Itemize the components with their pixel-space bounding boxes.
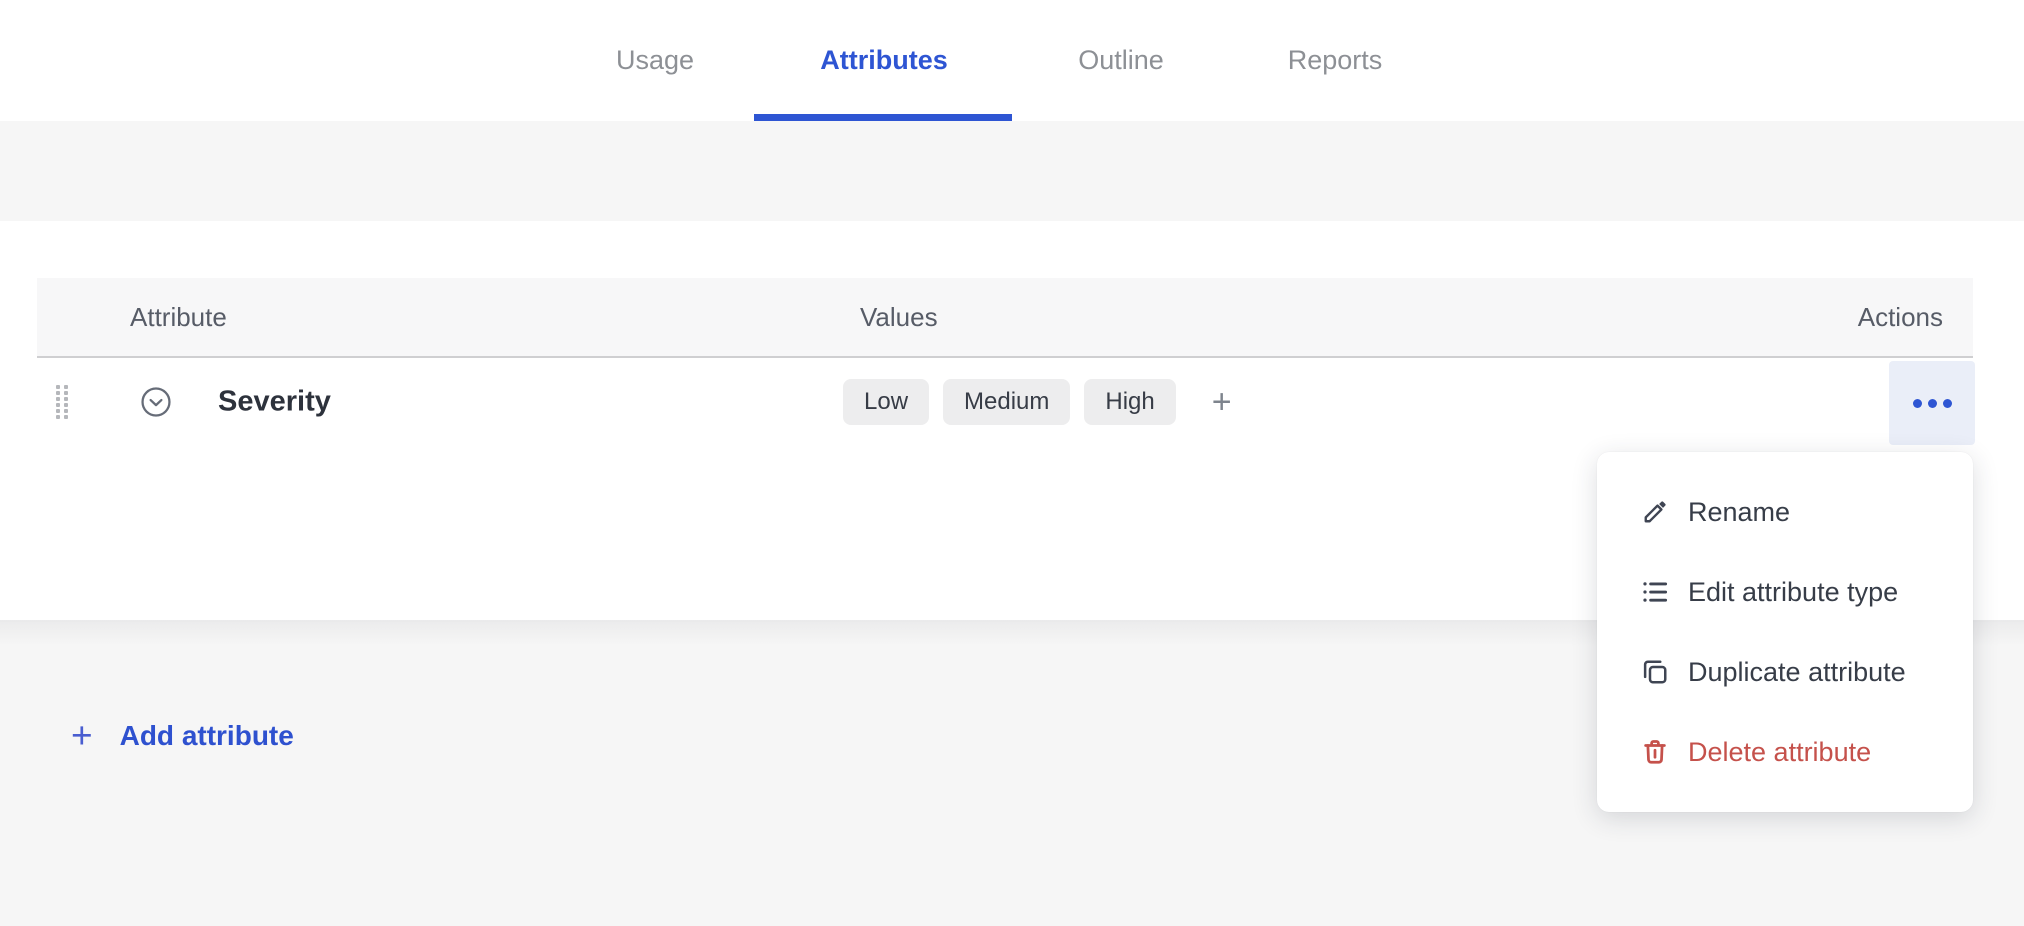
tab-reports[interactable]: Reports	[1288, 0, 1383, 121]
ellipsis-icon	[1913, 399, 1952, 408]
expand-row-button[interactable]	[139, 385, 173, 419]
menu-item-label: Duplicate attribute	[1688, 657, 1906, 688]
column-header-actions: Actions	[1858, 278, 1943, 356]
menu-item-label: Delete attribute	[1688, 737, 1871, 768]
list-icon	[1640, 577, 1670, 607]
menu-item-label: Rename	[1688, 497, 1790, 528]
menu-item-delete-attribute[interactable]: Delete attribute	[1597, 712, 1973, 792]
value-chip[interactable]: High	[1084, 379, 1175, 425]
row-actions-menu: Rename Edit attribute type Duplicate att…	[1597, 452, 1973, 812]
plus-icon: +	[71, 712, 93, 760]
menu-item-rename[interactable]: Rename	[1597, 472, 1973, 552]
drag-handle[interactable]	[52, 381, 72, 423]
tab-attributes[interactable]: Attributes	[820, 0, 948, 121]
add-value-button[interactable]: +	[1212, 379, 1232, 425]
add-attribute-button[interactable]: + Add attribute	[71, 712, 294, 760]
tab-outline[interactable]: Outline	[1078, 0, 1164, 121]
table-row: Severity Low Medium High +	[37, 358, 1973, 445]
add-attribute-label: Add attribute	[120, 720, 294, 752]
chevron-down-circle-icon	[139, 385, 173, 419]
menu-item-duplicate-attribute[interactable]: Duplicate attribute	[1597, 632, 1973, 712]
tab-bar: Usage Attributes Outline Reports	[0, 0, 2024, 121]
active-tab-underline	[754, 114, 1012, 121]
column-header-attribute: Attribute	[130, 278, 227, 356]
value-chip[interactable]: Low	[843, 379, 929, 425]
trash-icon	[1640, 737, 1670, 767]
column-header-values: Values	[860, 278, 938, 356]
menu-item-edit-attribute-type[interactable]: Edit attribute type	[1597, 552, 1973, 632]
menu-item-label: Edit attribute type	[1688, 577, 1898, 608]
attribute-values: Low Medium High +	[843, 379, 1232, 425]
value-chip[interactable]: Medium	[943, 379, 1070, 425]
tab-usage[interactable]: Usage	[616, 0, 694, 121]
copy-icon	[1640, 657, 1670, 687]
pencil-icon	[1640, 497, 1670, 527]
attribute-name: Severity	[218, 385, 331, 418]
row-actions-button[interactable]	[1889, 361, 1975, 445]
attributes-table-header: Attribute Values Actions	[37, 278, 1973, 358]
